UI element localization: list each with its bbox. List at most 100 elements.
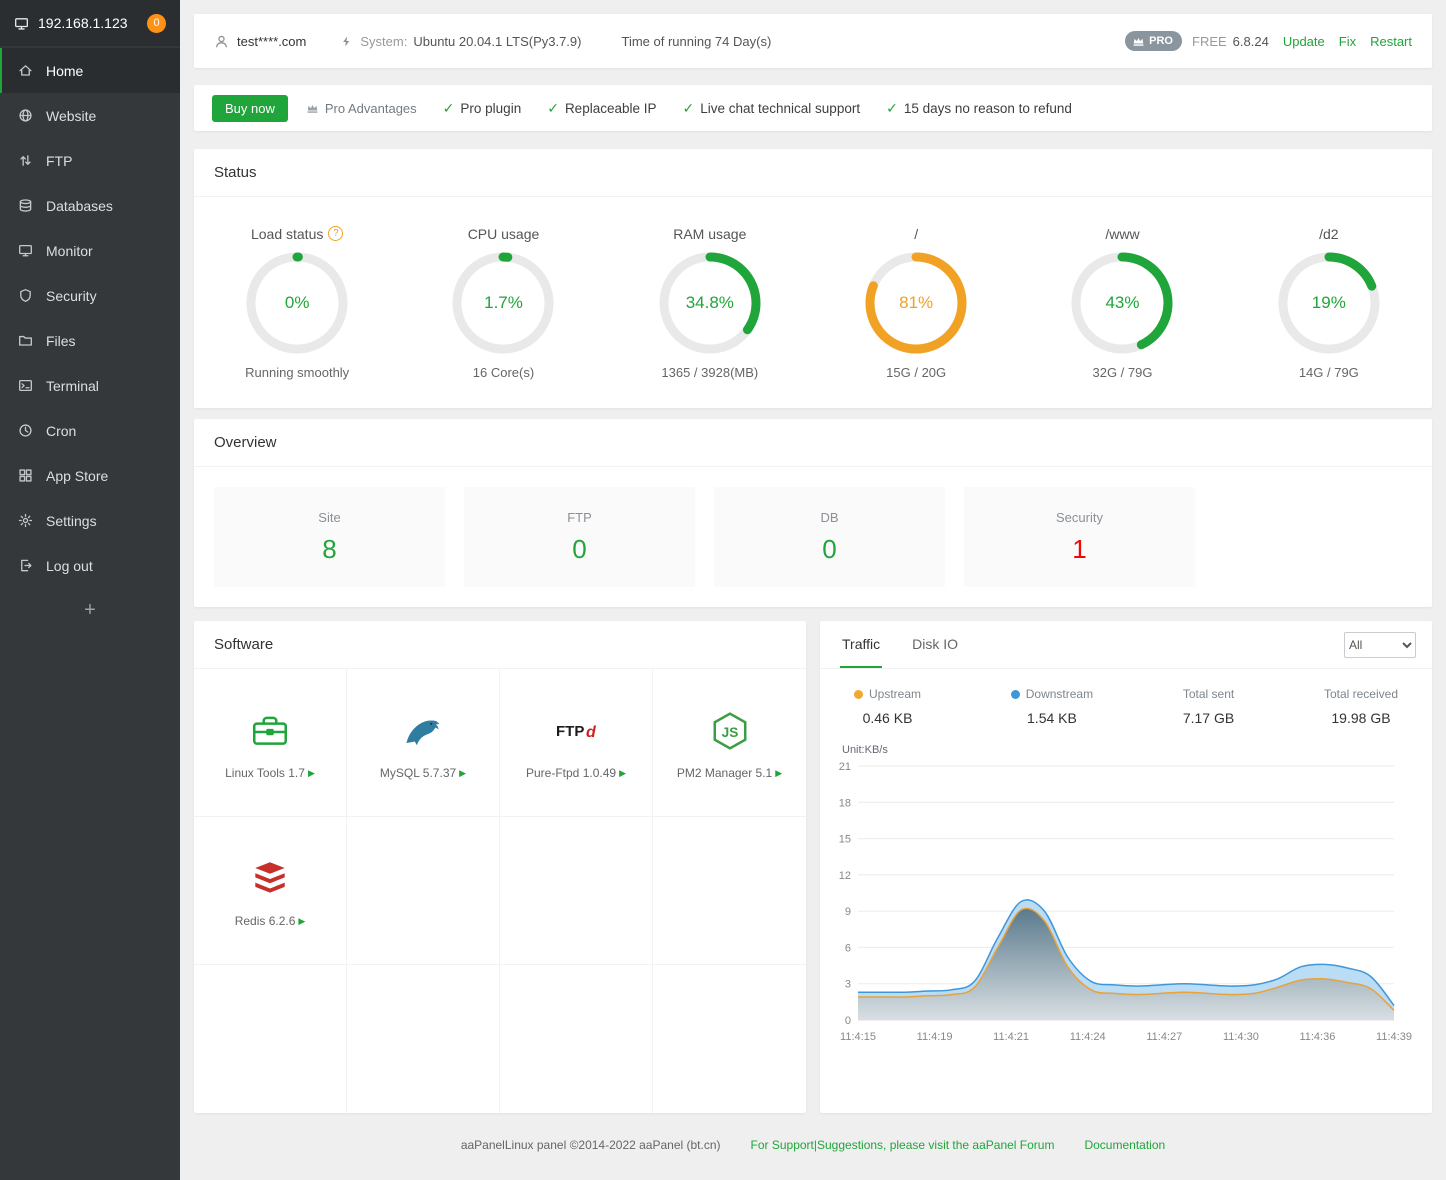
- gauge-www: /www43%32G / 79G: [1019, 226, 1225, 380]
- sidebar-item-label: App Store: [46, 468, 108, 484]
- sidebar-item-label: Databases: [46, 198, 113, 214]
- tab-disk-io[interactable]: Disk IO: [910, 621, 960, 668]
- check-icon: ✓: [443, 100, 455, 117]
- software-app-name[interactable]: MySQL 5.7.37▶: [380, 766, 466, 780]
- crown-icon: [1132, 35, 1145, 48]
- software-app-name[interactable]: Redis 6.2.6▶: [235, 914, 306, 928]
- copyright-text: aaPanelLinux panel ©2014-2022 aaPanel (b…: [461, 1138, 721, 1152]
- overview-value: 8: [322, 534, 336, 565]
- restart-link[interactable]: Restart: [1370, 34, 1412, 49]
- fix-link[interactable]: Fix: [1339, 34, 1356, 49]
- svg-text:11:4:39: 11:4:39: [1376, 1031, 1412, 1043]
- sidebar-add-button[interactable]: +: [0, 588, 180, 632]
- pro-badge[interactable]: PRO: [1125, 31, 1182, 51]
- overview-box-security[interactable]: Security1: [964, 487, 1195, 587]
- system-value: Ubuntu 20.04.1 LTS(Py3.7.9): [413, 34, 581, 49]
- gauge-ram-usage: RAM usage34.8%1365 / 3928(MB): [607, 226, 813, 380]
- gauge-root: /81%15G / 20G: [813, 226, 1019, 380]
- svg-text:11:4:21: 11:4:21: [993, 1031, 1029, 1043]
- play-icon: ▶: [619, 768, 626, 779]
- gauge-label: /www: [1105, 226, 1139, 242]
- databases-icon: [18, 198, 33, 213]
- update-link[interactable]: Update: [1283, 34, 1325, 49]
- gauge-label: Load status: [251, 226, 323, 242]
- software-app-mysql-5-7-37[interactable]: MySQL 5.7.37▶: [347, 669, 500, 817]
- account-link[interactable]: test****.com: [237, 34, 306, 49]
- software-empty-cell: [500, 817, 653, 965]
- gauge-sub: 15G / 20G: [813, 365, 1019, 380]
- toolbox-icon: [249, 705, 291, 757]
- gauge-ring: 0%: [245, 251, 349, 355]
- svg-text:15: 15: [839, 834, 851, 846]
- sidebar-item-settings[interactable]: Settings: [0, 498, 180, 543]
- software-card: Software Linux Tools 1.7▶MySQL 5.7.37▶FT…: [194, 621, 806, 1113]
- forum-link[interactable]: For Support|Suggestions, please visit th…: [751, 1138, 1055, 1152]
- gauge-label: RAM usage: [673, 226, 746, 242]
- sidebar-item-label: Terminal: [46, 378, 99, 394]
- check-icon: ✓: [547, 100, 559, 117]
- message-count-badge[interactable]: 0: [147, 14, 166, 33]
- gauge-value: 19%: [1277, 251, 1381, 355]
- sidebar-item-ftp[interactable]: FTP: [0, 138, 180, 183]
- pro-badge-label: PRO: [1149, 35, 1173, 47]
- overview-box-site[interactable]: Site8: [214, 487, 445, 587]
- sidebar-item-security[interactable]: Security: [0, 273, 180, 318]
- sidebar-item-cron[interactable]: Cron: [0, 408, 180, 453]
- footer: aaPanelLinux panel ©2014-2022 aaPanel (b…: [194, 1113, 1432, 1177]
- redis-icon: [249, 853, 291, 905]
- documentation-link[interactable]: Documentation: [1084, 1138, 1165, 1152]
- overview-label: Security: [1056, 510, 1103, 525]
- software-app-name[interactable]: Pure-Ftpd 1.0.49▶: [526, 766, 626, 780]
- overview-box-db[interactable]: DB 0: [714, 487, 945, 587]
- pure-ftpd-icon: FTPd: [552, 705, 600, 757]
- pro-feature-replaceable-ip: ✓Replaceable IP: [547, 100, 656, 117]
- pro-advantages-label: Pro Advantages: [325, 101, 417, 116]
- user-icon: [214, 34, 229, 49]
- software-app-redis-6-2-6[interactable]: Redis 6.2.6▶: [194, 817, 347, 965]
- computer-icon: [14, 16, 29, 31]
- sidebar-item-terminal[interactable]: Terminal: [0, 363, 180, 408]
- software-empty-cell: [347, 817, 500, 965]
- version-text: 6.8.24: [1233, 34, 1269, 49]
- tab-traffic[interactable]: Traffic: [840, 621, 882, 668]
- sidebar-item-databases[interactable]: Databases: [0, 183, 180, 228]
- help-icon[interactable]: ?: [328, 226, 343, 241]
- check-icon: ✓: [683, 100, 695, 117]
- gauge-label: /: [914, 226, 918, 242]
- gauge-value: 0%: [245, 251, 349, 355]
- svg-text:11:4:15: 11:4:15: [840, 1031, 876, 1043]
- software-app-name[interactable]: Linux Tools 1.7▶: [225, 766, 315, 780]
- server-info[interactable]: 192.168.1.123 0: [0, 0, 180, 46]
- home-icon: [18, 63, 33, 78]
- play-icon: ▶: [298, 916, 305, 927]
- sidebar-item-label: Files: [46, 333, 76, 349]
- monitor-icon: [18, 243, 33, 258]
- sidebar-item-app-store[interactable]: App Store: [0, 453, 180, 498]
- sidebar-item-monitor[interactable]: Monitor: [0, 228, 180, 273]
- system-icon: [340, 35, 353, 48]
- chart-unit-label: Unit:KB/s: [842, 744, 1432, 756]
- sidebar-item-files[interactable]: Files: [0, 318, 180, 363]
- ftp-icon: [18, 153, 33, 168]
- software-app-name[interactable]: PM2 Manager 5.1▶: [677, 766, 782, 780]
- overview-box-ftp[interactable]: FTP0: [464, 487, 695, 587]
- svg-text:FTP: FTP: [556, 723, 584, 740]
- sidebar-item-log-out[interactable]: Log out: [0, 543, 180, 588]
- software-app-linux-tools-1-7[interactable]: Linux Tools 1.7▶: [194, 669, 347, 817]
- sidebar-item-website[interactable]: Website: [0, 93, 180, 138]
- svg-text:6: 6: [845, 942, 851, 954]
- traffic-range-select[interactable]: All: [1344, 632, 1416, 658]
- software-app-pure-ftpd-1-0-49[interactable]: FTPd Pure-Ftpd 1.0.49▶: [500, 669, 653, 817]
- svg-text:18: 18: [839, 797, 851, 809]
- overview-label: DB: [820, 510, 838, 525]
- website-icon: [18, 108, 33, 123]
- svg-text:11:4:24: 11:4:24: [1070, 1031, 1106, 1043]
- gauge-sub: Running smoothly: [194, 365, 400, 380]
- sidebar-item-label: FTP: [46, 153, 72, 169]
- overview-value: 0: [822, 534, 836, 565]
- software-app-pm2-manager-5-1[interactable]: JSPM2 Manager 5.1▶: [653, 669, 806, 817]
- sidebar-item-home[interactable]: Home: [0, 48, 180, 93]
- buy-now-button[interactable]: Buy now: [212, 95, 288, 122]
- legend-label: Upstream: [869, 687, 921, 701]
- gauge-ring: 1.7%: [451, 251, 555, 355]
